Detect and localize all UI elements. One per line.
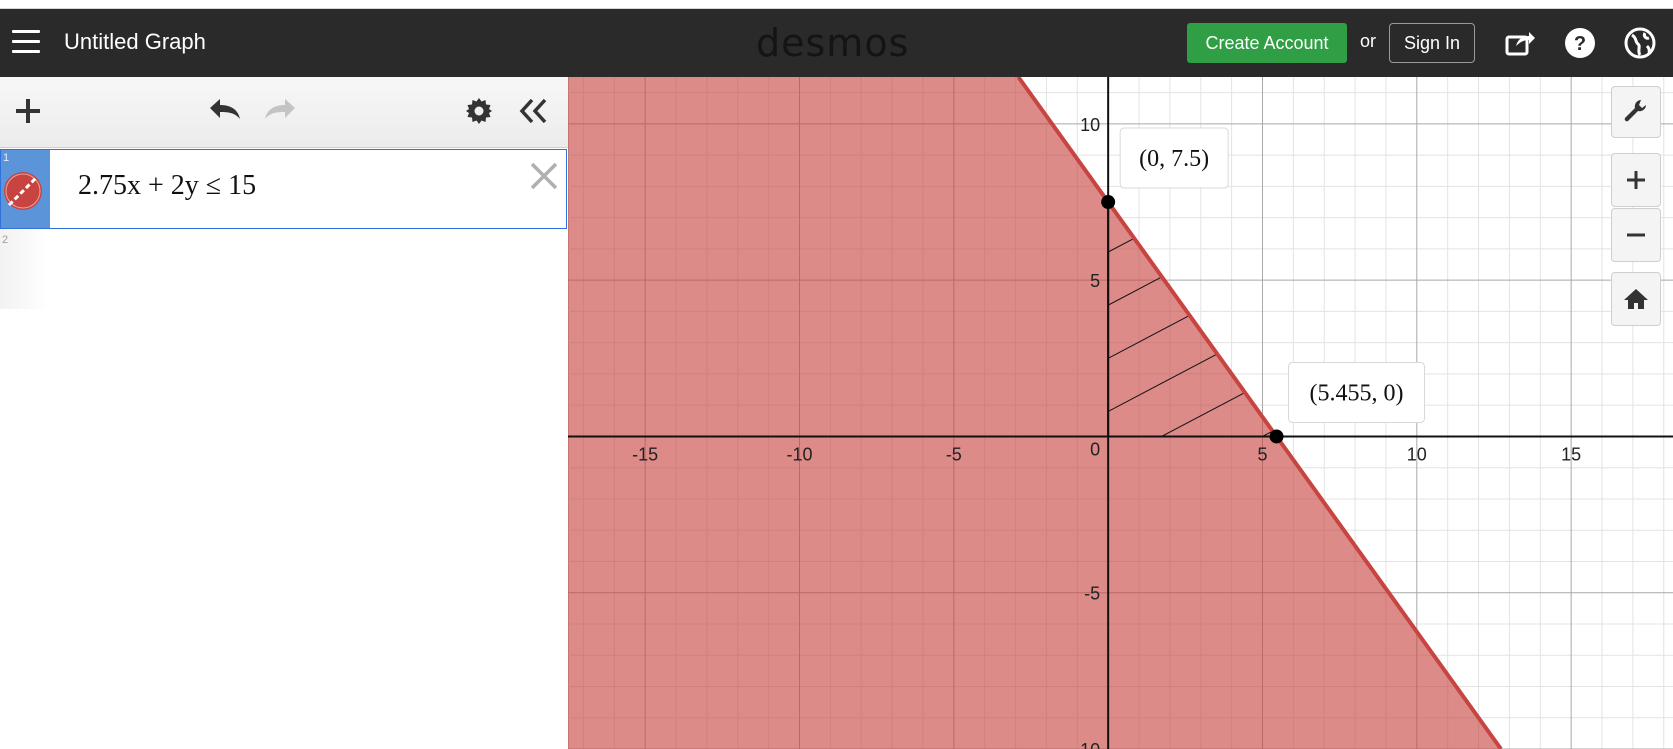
expression-toolbar xyxy=(0,77,568,148)
menu-icon[interactable] xyxy=(12,30,40,56)
app-header: Untitled Graph desmos Create Account or … xyxy=(0,9,1673,77)
graph-title[interactable]: Untitled Graph xyxy=(64,29,206,55)
help-icon[interactable]: ? xyxy=(1563,26,1597,60)
x-tick-label: -15 xyxy=(632,444,658,464)
zoom-in-icon[interactable] xyxy=(1611,153,1661,207)
point-label: (0, 7.5) xyxy=(1139,146,1209,172)
inequality-style-icon[interactable] xyxy=(2,170,44,212)
y-tick-label: 10 xyxy=(1080,115,1100,135)
expression-number: 2 xyxy=(2,234,9,246)
y-tick-label: 5 xyxy=(1090,271,1100,291)
globe-icon[interactable] xyxy=(1623,26,1657,60)
or-text: or xyxy=(1360,31,1377,51)
sign-in-button[interactable]: Sign In xyxy=(1389,23,1475,63)
expression-row-2[interactable]: 2 xyxy=(0,229,49,309)
y-tick-label: -5 xyxy=(1084,584,1100,604)
create-account-button[interactable]: Create Account xyxy=(1187,23,1347,63)
expression-number: 1 xyxy=(3,152,10,164)
wrench-icon[interactable] xyxy=(1611,86,1661,138)
svg-text:?: ? xyxy=(1574,33,1586,55)
point-marker[interactable] xyxy=(1269,429,1284,444)
expression-list-panel: 1 2.75x + 2y ≤ 15 2 xyxy=(0,77,569,749)
x-tick-label: 15 xyxy=(1561,444,1581,464)
point-marker[interactable] xyxy=(1101,195,1116,210)
expression-tab-1[interactable]: 1 xyxy=(1,150,50,228)
expression-input[interactable]: 2.75x + 2y ≤ 15 xyxy=(78,170,256,202)
x-tick-label: 5 xyxy=(1257,444,1267,464)
collapse-icon[interactable] xyxy=(519,97,549,125)
point-label: (5.455, 0) xyxy=(1310,380,1404,406)
add-icon[interactable] xyxy=(14,97,42,125)
graph-canvas[interactable]: -15 -10 -5 5 10 15 10 5 -5 -10 0 (0, 7.5) (5.455, 0… xyxy=(568,77,1673,749)
expression-row-1[interactable]: 1 2.75x + 2y ≤ 15 xyxy=(0,149,567,229)
gear-icon[interactable] xyxy=(465,97,493,125)
x-tick-label: 10 xyxy=(1407,444,1427,464)
share-icon[interactable] xyxy=(1502,26,1536,60)
redo-icon[interactable] xyxy=(263,97,297,125)
undo-icon[interactable] xyxy=(208,97,242,125)
x-tick-label: -5 xyxy=(946,444,962,464)
zoom-out-icon[interactable] xyxy=(1611,208,1661,262)
desmos-logo: desmos xyxy=(756,21,910,65)
y-tick-label: -10 xyxy=(1074,740,1100,749)
origin-label: 0 xyxy=(1090,439,1100,459)
home-icon[interactable] xyxy=(1611,272,1661,326)
x-tick-label: -10 xyxy=(786,444,812,464)
close-icon[interactable] xyxy=(528,160,560,192)
browser-top-strip xyxy=(0,0,1673,9)
